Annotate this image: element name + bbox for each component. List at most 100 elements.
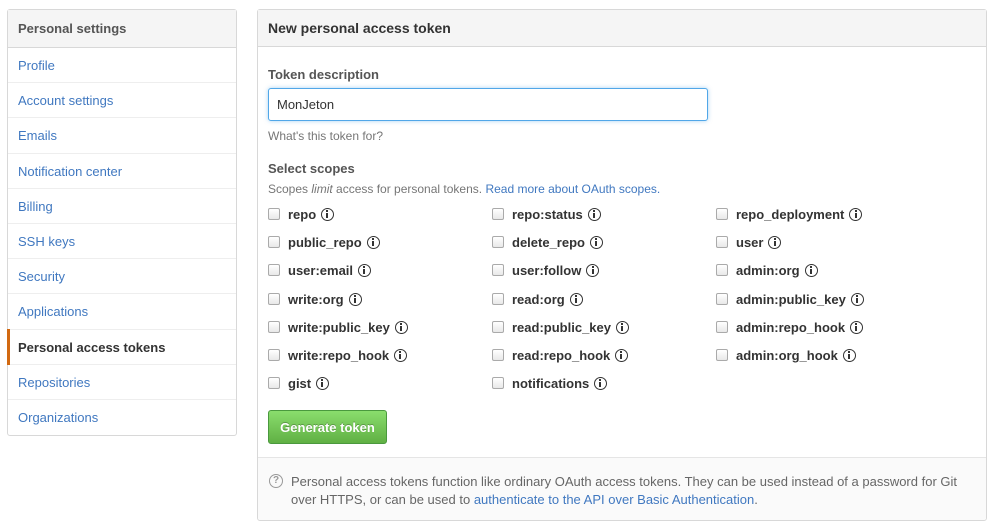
info-icon[interactable]	[850, 320, 864, 334]
info-icon[interactable]	[804, 263, 818, 277]
info-icon[interactable]	[615, 348, 629, 362]
sidebar-item-profile[interactable]: Profile	[8, 48, 236, 84]
scope-notifications: notifications	[492, 374, 608, 392]
generate-token-button[interactable]: Generate token	[268, 410, 387, 444]
info-icon[interactable]	[586, 263, 600, 277]
scope-name: read:repo_hook	[512, 347, 611, 363]
scope-delete-repo: delete_repo	[492, 233, 603, 251]
scope-admin-public-key: admin:public_key	[716, 290, 864, 308]
scope-checkbox[interactable]	[492, 293, 504, 305]
scope-repo-deployment: repo_deployment	[716, 205, 863, 223]
info-icon[interactable]	[348, 292, 362, 306]
info-icon[interactable]	[587, 207, 601, 221]
sidebar-item-account-settings[interactable]: Account settings	[8, 83, 236, 119]
scope-name: write:public_key	[288, 319, 390, 335]
scope-checkbox[interactable]	[716, 236, 728, 248]
info-icon[interactable]	[316, 376, 330, 390]
scope-read-org: read:org	[492, 290, 583, 308]
sidebar-item-organizations[interactable]: Organizations	[8, 400, 236, 435]
scope-name: repo:status	[512, 206, 583, 222]
scope-checkbox[interactable]	[716, 208, 728, 220]
scope-name: delete_repo	[512, 234, 585, 250]
sidebar-item-applications[interactable]: Applications	[8, 294, 236, 330]
info-icon[interactable]	[394, 348, 408, 362]
scope-checkbox[interactable]	[492, 264, 504, 276]
scope-gist: gist	[268, 374, 330, 392]
token-description-hint: What's this token for?	[268, 129, 384, 143]
new-token-panel: New personal access token Token descript…	[257, 9, 987, 521]
scope-name: admin:org_hook	[736, 347, 838, 363]
scope-checkbox[interactable]	[492, 377, 504, 389]
info-icon[interactable]	[594, 376, 608, 390]
scope-name: admin:public_key	[736, 291, 846, 307]
scope-checkbox[interactable]	[268, 321, 280, 333]
scope-checkbox[interactable]	[492, 349, 504, 361]
info-icon[interactable]	[768, 235, 782, 249]
scope-name: read:org	[512, 291, 565, 307]
scope-admin-org-hook: admin:org_hook	[716, 346, 856, 364]
select-scopes-label: Select scopes	[268, 161, 355, 176]
scope-name: gist	[288, 375, 312, 391]
scope-name: repo_deployment	[736, 206, 845, 222]
scope-checkbox[interactable]	[492, 236, 504, 248]
sidebar-item-personal-access-tokens[interactable]: Personal access tokens	[7, 328, 236, 365]
scope-checkbox[interactable]	[716, 321, 728, 333]
info-icon[interactable]	[850, 292, 864, 306]
scope-checkbox[interactable]	[716, 349, 728, 361]
scope-checkbox[interactable]	[268, 377, 280, 389]
panel-title: New personal access token	[258, 10, 986, 47]
scope-checkbox[interactable]	[268, 236, 280, 248]
scope-name: notifications	[512, 375, 590, 391]
scope-checkbox[interactable]	[268, 264, 280, 276]
scope-checkbox[interactable]	[492, 321, 504, 333]
scope-read-repo-hook: read:repo_hook	[492, 346, 629, 364]
info-icon[interactable]	[358, 263, 372, 277]
scope-write-org: write:org	[268, 290, 362, 308]
settings-sidebar: Personal settings Profile Account setting…	[7, 9, 237, 437]
scope-checkbox[interactable]	[268, 349, 280, 361]
scope-admin-org: admin:org	[716, 261, 818, 279]
sidebar-item-repositories[interactable]: Repositories	[8, 365, 236, 400]
token-description-label: Token description	[268, 67, 379, 82]
scope-read-public-key: read:public_key	[492, 318, 629, 336]
info-icon[interactable]	[616, 320, 629, 334]
scope-admin-repo-hook: admin:repo_hook	[716, 318, 864, 336]
scope-name: repo	[288, 206, 317, 222]
scope-checkbox[interactable]	[716, 264, 728, 276]
basic-auth-link[interactable]: authenticate to the API over Basic Authe…	[474, 492, 754, 507]
scopes-note-emphasis: limit	[311, 182, 333, 196]
sidebar-item-emails[interactable]: Emails	[8, 118, 236, 154]
scope-checkbox[interactable]	[716, 293, 728, 305]
sidebar-item-ssh-keys[interactable]: SSH keys	[8, 224, 236, 260]
sidebar-item-billing[interactable]: Billing	[8, 189, 236, 224]
scope-repo-status: repo:status	[492, 205, 601, 223]
sidebar-item-notification-center[interactable]: Notification center	[8, 154, 236, 189]
scope-user: user	[716, 233, 782, 251]
scope-checkbox[interactable]	[268, 208, 280, 220]
scope-name: admin:repo_hook	[736, 319, 846, 335]
scope-checkbox[interactable]	[268, 293, 280, 305]
sidebar-item-security[interactable]: Security	[8, 259, 236, 295]
scope-name: admin:org	[736, 262, 800, 278]
info-icon[interactable]	[569, 292, 583, 306]
info-icon[interactable]	[366, 235, 380, 249]
info-icon[interactable]	[394, 320, 408, 334]
info-icon[interactable]	[842, 348, 856, 362]
scopes-note-prefix: Scopes	[268, 182, 312, 196]
scope-name: read:public_key	[512, 319, 611, 335]
scopes-note: Scopes limit access for personal tokens.…	[268, 182, 660, 196]
scope-user-email: user:email	[268, 261, 372, 279]
scope-name: user:email	[288, 262, 354, 278]
scope-name: public_repo	[288, 234, 362, 250]
oauth-scopes-link[interactable]: Read more about OAuth scopes.	[485, 182, 660, 196]
info-icon[interactable]	[589, 235, 603, 249]
scope-repo: repo	[268, 205, 335, 223]
info-icon[interactable]	[321, 207, 335, 221]
footer-text-end: .	[754, 492, 758, 507]
scope-write-public-key: write:public_key	[268, 318, 408, 336]
token-description-input[interactable]	[268, 88, 708, 121]
scope-name: write:repo_hook	[288, 347, 390, 363]
scope-checkbox[interactable]	[492, 208, 504, 220]
info-icon[interactable]	[849, 207, 863, 221]
scope-name: write:org	[288, 291, 344, 307]
